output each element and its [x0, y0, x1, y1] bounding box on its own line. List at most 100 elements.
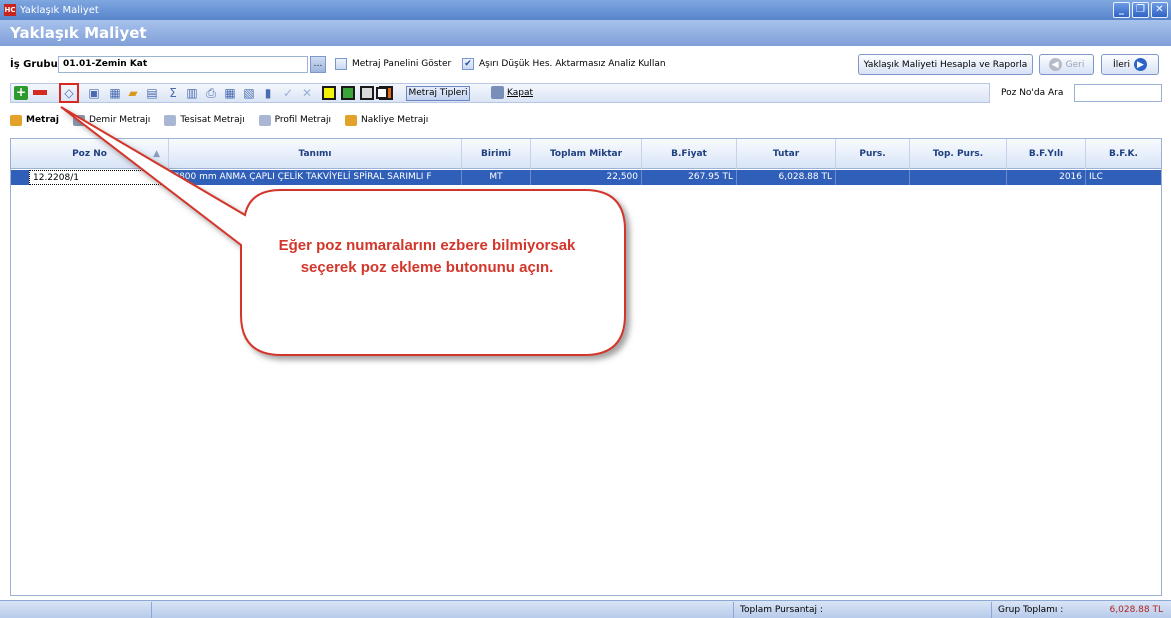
app-icon: HC [4, 4, 16, 16]
tab-demir-metraji[interactable]: Demir Metrajı [72, 114, 150, 126]
cell-tutar[interactable]: 6,028.88 TL [737, 170, 836, 185]
form-row: İş Grubu 01.01-Zemin Kat … Metraj Paneli… [0, 52, 1171, 76]
restore-icon[interactable]: ❐ [1132, 2, 1149, 18]
add-icon[interactable]: + [14, 86, 28, 100]
statusbar: Toplam Pursantaj : Grup Toplamı : 6,028.… [0, 600, 1171, 618]
column-label: Top. Purs. [932, 149, 984, 159]
cell-top-purs[interactable] [910, 170, 1007, 185]
tab-tesisat-metraji[interactable]: Tesisat Metrajı [164, 114, 245, 126]
column-label: B.Fiyat [671, 149, 707, 159]
color-square-3-icon[interactable] [360, 86, 374, 100]
grup-toplami-label: Grup Toplamı : [998, 605, 1064, 615]
arrow-right-icon: ▶ [1133, 58, 1147, 71]
tab-nakliye-metraji[interactable]: Nakliye Metrajı [345, 114, 428, 126]
column-header-top-purs[interactable]: Top. Purs. [910, 139, 1007, 169]
status-segment [0, 602, 152, 618]
column-label: B.F.K. [1109, 149, 1138, 159]
window-title: Yaklaşık Maliyet [20, 4, 99, 16]
table-icon[interactable]: ▥ [185, 86, 199, 100]
column-header-purs[interactable]: Purs. [836, 139, 910, 169]
folder-icon[interactable]: ▰ [126, 86, 140, 100]
column-label: Toplam Miktar [549, 149, 623, 159]
cell-bfk[interactable]: ILC [1086, 170, 1161, 185]
asiri-dusuk-label: Aşırı Düşük Hes. Aktarmasız Analiz Kulla… [479, 59, 666, 69]
sum-icon[interactable]: Σ [166, 86, 180, 100]
grup-toplami: Grup Toplamı : 6,028.88 TL [992, 602, 1171, 618]
column-header-bfk[interactable]: B.F.K. [1086, 139, 1161, 169]
status-segment [152, 602, 734, 618]
window-controls: _ ❐ ✕ [1113, 2, 1168, 18]
checkbox-unchecked-icon[interactable] [335, 58, 347, 70]
color-square-1-icon[interactable] [322, 86, 336, 100]
cell-birimi[interactable]: MT [462, 170, 531, 185]
column-label: Birimi [481, 149, 511, 159]
print-icon[interactable]: ⎙ [204, 86, 218, 100]
toplam-pursantaj: Toplam Pursantaj : [734, 602, 992, 618]
excel-icon[interactable]: ▧ [242, 86, 256, 100]
cross-icon[interactable]: ✕ [300, 86, 314, 100]
tab-profil-metraji[interactable]: Profil Metrajı [258, 114, 332, 126]
toolbar: + ◇ ▣ ▦ ▰ ▤ Σ ▥ ⎙ ▦ ▧ ▮ ✓ ✕ Metraj Tiple… [10, 83, 990, 103]
kapat-button[interactable]: Kapat [491, 86, 533, 99]
tab-label: Profil Metrajı [274, 115, 332, 125]
list-icon[interactable]: ▤ [145, 86, 159, 100]
profile-icon [258, 114, 271, 126]
cell-toplam-miktar[interactable]: 22,500 [531, 170, 642, 185]
asiri-dusuk-checkbox[interactable]: ✔ Aşırı Düşük Hes. Aktarmasız Analiz Kul… [462, 58, 666, 70]
color-square-2-icon[interactable] [341, 86, 355, 100]
column-label: Tutar [772, 149, 800, 159]
column-header-tanimi[interactable]: Tanımı [169, 139, 462, 169]
cell-tanimi[interactable]: Ø800 mm ANMA ÇAPLI ÇELİK TAKVİYELİ SPİRA… [169, 170, 462, 185]
checkbox-checked-icon[interactable]: ✔ [462, 58, 474, 70]
remove-icon[interactable] [33, 90, 47, 95]
window-titlebar: HC Yaklaşık Maliyet _ ❐ ✕ [0, 0, 1171, 20]
rebar-icon [72, 114, 85, 126]
poz-ara-input[interactable] [1074, 84, 1162, 102]
check-icon[interactable]: ✓ [281, 86, 295, 100]
white-square-icon[interactable] [376, 87, 388, 99]
table-row[interactable]: 12.2208/1 Ø800 mm ANMA ÇAPLI ÇELİK TAKVİ… [11, 170, 1161, 185]
poz-ara-label: Poz No'da Ara [1001, 88, 1064, 98]
ruler-icon [10, 114, 22, 126]
kapat-label: Kapat [507, 87, 534, 98]
poz-grid: Poz No ▲ Tanımı Birimi Toplam Miktar B.Fi… [10, 138, 1162, 596]
metraj-panel-label: Metraj Panelini Göster [352, 59, 452, 69]
grid-icon[interactable]: ▦ [223, 86, 237, 100]
metraj-tipleri-button[interactable]: Metraj Tipleri [406, 86, 470, 101]
grid-header: Poz No ▲ Tanımı Birimi Toplam Miktar B.Fi… [11, 139, 1161, 169]
column-header-b-fiyat[interactable]: B.Fiyat [642, 139, 737, 169]
column-label: Purs. [859, 149, 886, 159]
column-header-tutar[interactable]: Tutar [737, 139, 836, 169]
arrow-left-icon: ◀ [1048, 58, 1062, 71]
page-title: Yaklaşık Maliyet [0, 20, 1171, 46]
cell-purs[interactable] [836, 170, 910, 185]
column-label: Poz No [72, 149, 107, 159]
tab-label: Tesisat Metrajı [180, 115, 245, 125]
tab-metraj[interactable]: Metraj [10, 114, 59, 126]
ileri-button[interactable]: İleri ▶ [1101, 54, 1159, 75]
find-icon[interactable]: ▣ [87, 86, 101, 100]
truck-icon [345, 114, 358, 126]
sort-asc-icon: ▲ [153, 149, 160, 159]
geri-button[interactable]: ◀ Geri [1039, 54, 1094, 75]
is-grubu-field[interactable]: 01.01-Zemin Kat [58, 56, 308, 73]
close-icon[interactable]: ✕ [1151, 2, 1168, 18]
geri-label: Geri [1065, 59, 1085, 70]
metraj-tabs: Metraj Demir Metrajı Tesisat Metrajı Pro… [10, 111, 1162, 129]
select-poz-add-icon[interactable]: ◇ [62, 86, 76, 100]
column-header-toplam-miktar[interactable]: Toplam Miktar [531, 139, 642, 169]
close-window-icon [491, 86, 504, 99]
hesapla-raporla-button[interactable]: Yaklaşık Maliyeti Hesapla ve Raporla [858, 54, 1033, 75]
calculator-icon[interactable]: ▦ [108, 86, 122, 100]
is-grubu-browse-button[interactable]: … [310, 56, 326, 73]
column-header-bf-yili[interactable]: B.F.Yılı [1007, 139, 1086, 169]
metraj-panel-checkbox[interactable]: Metraj Panelini Göster [335, 58, 451, 70]
minimize-icon[interactable]: _ [1113, 2, 1130, 18]
column-header-birimi[interactable]: Birimi [462, 139, 531, 169]
cell-b-fiyat[interactable]: 267.95 TL [642, 170, 737, 185]
column-header-poz-no[interactable]: Poz No ▲ [11, 139, 169, 169]
cell-bf-yili[interactable]: 2016 [1007, 170, 1086, 185]
book-icon[interactable]: ▮ [261, 86, 275, 100]
grup-toplami-value: 6,028.88 TL [1109, 605, 1163, 615]
cell-poz-no[interactable]: 12.2208/1 [29, 170, 169, 185]
